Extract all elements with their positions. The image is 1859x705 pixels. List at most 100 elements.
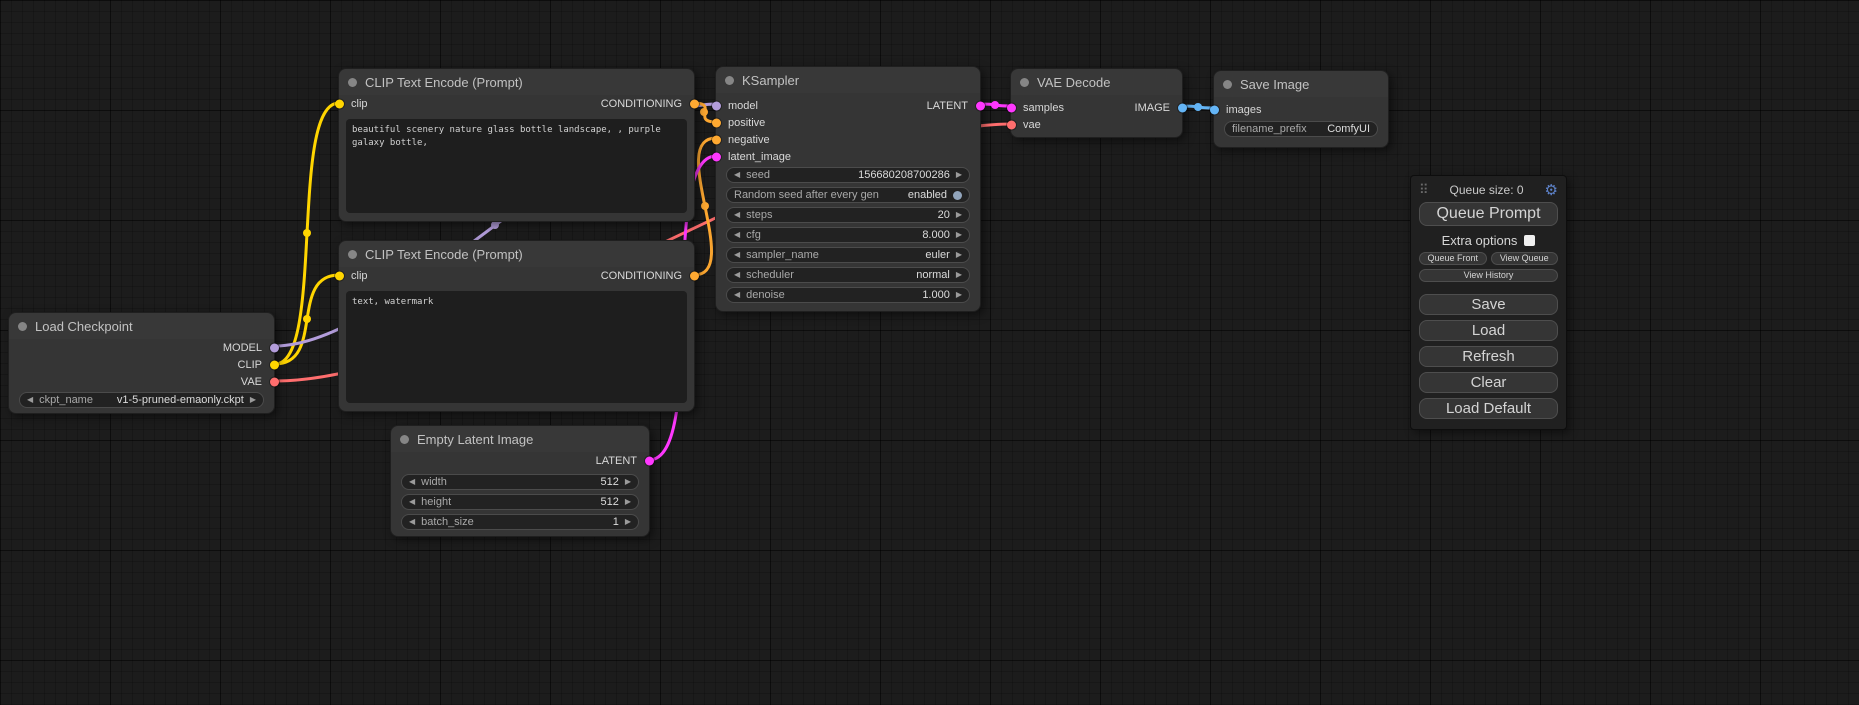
node-collapse-dot[interactable] bbox=[1020, 78, 1029, 87]
clip-output-slot[interactable] bbox=[270, 360, 279, 369]
widget-value: 156680208700286 bbox=[858, 169, 950, 181]
arrow-right-icon[interactable]: ▶ bbox=[956, 231, 962, 239]
widget-seed[interactable]: ◀ seed 156680208700286 ▶ bbox=[726, 167, 970, 183]
node-title: Empty Latent Image bbox=[417, 432, 533, 447]
node-collapse-dot[interactable] bbox=[18, 322, 27, 331]
clip-input-slot[interactable] bbox=[335, 271, 344, 280]
widget-denoise[interactable]: ◀ denoise 1.000 ▶ bbox=[726, 287, 970, 303]
node-title-bar[interactable]: CLIP Text Encode (Prompt) bbox=[339, 241, 694, 267]
slot-row: VAE bbox=[9, 373, 274, 390]
image-output-label: IMAGE bbox=[1135, 102, 1170, 114]
arrow-left-icon[interactable]: ◀ bbox=[409, 518, 415, 526]
arrow-left-icon[interactable]: ◀ bbox=[734, 251, 740, 259]
arrow-left-icon[interactable]: ◀ bbox=[734, 211, 740, 219]
arrow-left-icon[interactable]: ◀ bbox=[734, 171, 740, 179]
node-collapse-dot[interactable] bbox=[1223, 80, 1232, 89]
drag-handle-icon[interactable]: ⠿ bbox=[1419, 182, 1429, 198]
conditioning-output-slot[interactable] bbox=[690, 271, 699, 280]
conditioning-output-label: CONDITIONING bbox=[601, 270, 682, 282]
settings-gear-icon[interactable]: ⚙ bbox=[1545, 183, 1558, 198]
latent-output-label: LATENT bbox=[927, 100, 968, 112]
model-output-slot[interactable] bbox=[270, 343, 279, 352]
node-title-bar[interactable]: CLIP Text Encode (Prompt) bbox=[339, 69, 694, 95]
widget-filename-prefix[interactable]: filename_prefix ComfyUI bbox=[1224, 121, 1378, 137]
node-title: Save Image bbox=[1240, 77, 1309, 92]
arrow-left-icon[interactable]: ◀ bbox=[734, 231, 740, 239]
latent-output-slot[interactable] bbox=[645, 456, 654, 465]
arrow-left-icon[interactable]: ◀ bbox=[734, 291, 740, 299]
widget-height[interactable]: ◀ height 512 ▶ bbox=[401, 494, 639, 510]
node-clip-text-encode-negative[interactable]: CLIP Text Encode (Prompt) clip CONDITION… bbox=[338, 240, 695, 412]
latent-output-slot[interactable] bbox=[976, 101, 985, 110]
save-button[interactable]: Save bbox=[1419, 294, 1558, 315]
arrow-left-icon[interactable]: ◀ bbox=[409, 498, 415, 506]
node-empty-latent-image[interactable]: Empty Latent Image LATENT ◀ width 512 ▶ … bbox=[390, 425, 650, 537]
arrow-right-icon[interactable]: ▶ bbox=[956, 291, 962, 299]
widget-width[interactable]: ◀ width 512 ▶ bbox=[401, 474, 639, 490]
node-title-bar[interactable]: Load Checkpoint bbox=[9, 313, 274, 339]
node-title-bar[interactable]: Empty Latent Image bbox=[391, 426, 649, 452]
queue-size-label: Queue size: 0 bbox=[1429, 183, 1545, 197]
widget-name: cfg bbox=[746, 229, 761, 241]
node-title-bar[interactable]: KSampler bbox=[716, 67, 980, 93]
widget-batch-size[interactable]: ◀ batch_size 1 ▶ bbox=[401, 514, 639, 530]
arrow-left-icon[interactable]: ◀ bbox=[734, 271, 740, 279]
model-input-slot[interactable] bbox=[712, 101, 721, 110]
clear-button[interactable]: Clear bbox=[1419, 372, 1558, 393]
arrow-right-icon[interactable]: ▶ bbox=[625, 498, 631, 506]
widget-steps[interactable]: ◀ steps 20 ▶ bbox=[726, 207, 970, 223]
extra-options-checkbox[interactable] bbox=[1524, 235, 1535, 246]
node-clip-text-encode-positive[interactable]: CLIP Text Encode (Prompt) clip CONDITION… bbox=[338, 68, 695, 222]
node-collapse-dot[interactable] bbox=[725, 76, 734, 85]
arrow-left-icon[interactable]: ◀ bbox=[409, 478, 415, 486]
negative-input-slot[interactable] bbox=[712, 135, 721, 144]
node-collapse-dot[interactable] bbox=[400, 435, 409, 444]
widget-sampler-name[interactable]: ◀ sampler_name euler ▶ bbox=[726, 247, 970, 263]
arrow-right-icon[interactable]: ▶ bbox=[956, 211, 962, 219]
widget-name: height bbox=[421, 496, 451, 508]
node-save-image[interactable]: Save Image images filename_prefix ComfyU… bbox=[1213, 70, 1389, 148]
widget-scheduler[interactable]: ◀ scheduler normal ▶ bbox=[726, 267, 970, 283]
arrow-right-icon[interactable]: ▶ bbox=[956, 171, 962, 179]
queue-prompt-button[interactable]: Queue Prompt bbox=[1419, 202, 1558, 226]
negative-input-label: negative bbox=[728, 134, 770, 146]
arrow-right-icon[interactable]: ▶ bbox=[625, 518, 631, 526]
image-output-slot[interactable] bbox=[1178, 103, 1187, 112]
widget-value: 8.000 bbox=[922, 229, 950, 241]
node-vae-decode[interactable]: VAE Decode samples IMAGE vae bbox=[1010, 68, 1183, 138]
clip-input-slot[interactable] bbox=[335, 99, 344, 108]
vae-output-slot[interactable] bbox=[270, 377, 279, 386]
samples-input-slot[interactable] bbox=[1007, 103, 1016, 112]
node-ksampler[interactable]: KSampler model LATENT positive negative … bbox=[715, 66, 981, 312]
negative-prompt-textarea[interactable]: text, watermark bbox=[346, 291, 687, 403]
widget-random-seed-toggle[interactable]: Random seed after every gen enabled bbox=[726, 187, 970, 203]
queue-front-button[interactable]: Queue Front bbox=[1419, 252, 1487, 265]
positive-input-slot[interactable] bbox=[712, 118, 721, 127]
widget-cfg[interactable]: ◀ cfg 8.000 ▶ bbox=[726, 227, 970, 243]
node-collapse-dot[interactable] bbox=[348, 250, 357, 259]
arrow-right-icon[interactable]: ▶ bbox=[956, 271, 962, 279]
images-input-slot[interactable] bbox=[1210, 105, 1219, 114]
node-title: CLIP Text Encode (Prompt) bbox=[365, 75, 523, 90]
refresh-button[interactable]: Refresh bbox=[1419, 346, 1558, 367]
arrow-left-icon[interactable]: ◀ bbox=[27, 396, 33, 404]
view-history-button[interactable]: View History bbox=[1419, 269, 1558, 282]
load-button[interactable]: Load bbox=[1419, 320, 1558, 341]
arrow-right-icon[interactable]: ▶ bbox=[250, 396, 256, 404]
clip-input-label: clip bbox=[351, 98, 368, 110]
vae-input-slot[interactable] bbox=[1007, 120, 1016, 129]
load-default-button[interactable]: Load Default bbox=[1419, 398, 1558, 419]
node-title-bar[interactable]: VAE Decode bbox=[1011, 69, 1182, 95]
widget-ckpt-name[interactable]: ◀ ckpt_name v1-5-pruned-emaonly.ckpt ▶ bbox=[19, 392, 264, 408]
conditioning-output-slot[interactable] bbox=[690, 99, 699, 108]
widget-value: enabled bbox=[908, 189, 947, 201]
view-queue-button[interactable]: View Queue bbox=[1491, 252, 1559, 265]
node-load-checkpoint[interactable]: Load Checkpoint MODEL CLIP VAE ◀ ckpt_na… bbox=[8, 312, 275, 414]
positive-prompt-textarea[interactable]: beautiful scenery nature glass bottle la… bbox=[346, 119, 687, 213]
node-collapse-dot[interactable] bbox=[348, 78, 357, 87]
arrow-right-icon[interactable]: ▶ bbox=[956, 251, 962, 259]
slot-row: samples IMAGE bbox=[1011, 99, 1182, 116]
latent-image-input-slot[interactable] bbox=[712, 152, 721, 161]
arrow-right-icon[interactable]: ▶ bbox=[625, 478, 631, 486]
node-title-bar[interactable]: Save Image bbox=[1214, 71, 1388, 97]
